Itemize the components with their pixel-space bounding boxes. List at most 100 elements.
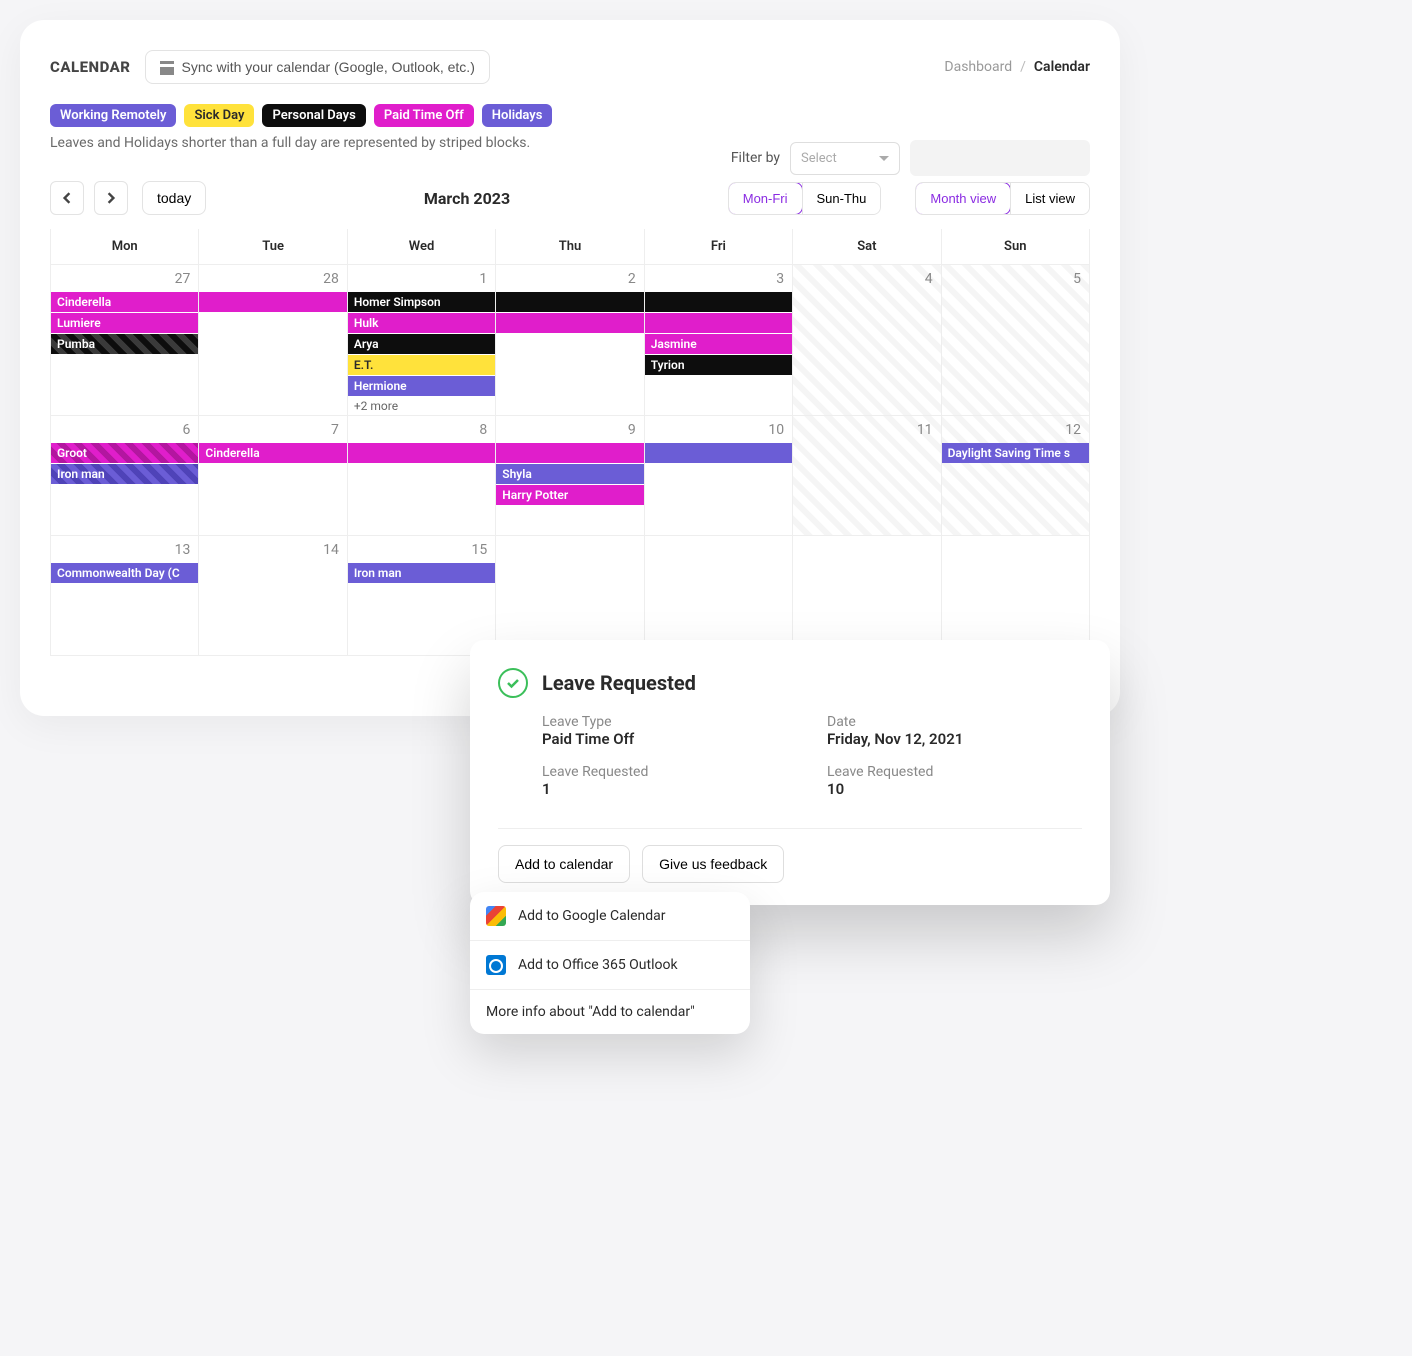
date-value: Friday, Nov 12, 2021 [827,730,1082,748]
calendar-event[interactable]: Lumiere [51,313,198,333]
next-button[interactable] [94,181,128,215]
calendar-cell[interactable] [645,536,793,656]
day-number: 27 [51,269,198,291]
day-number: 9 [496,420,643,442]
calendar-cell[interactable]: 1Homer SimpsonHulkAryaE.T.Hermione+2 mor… [348,265,496,416]
give-feedback-button[interactable]: Give us feedback [642,845,784,883]
today-button[interactable]: today [142,181,206,215]
calendar-cell[interactable]: 5 [942,265,1090,416]
date-label: Date [827,714,1082,730]
day-number: 15 [348,540,495,562]
calendar-event[interactable] [348,443,495,463]
tab-mon-fri[interactable]: Mon-Fri [728,182,803,215]
day-number: 8 [348,420,495,442]
calendar-event[interactable]: Iron man [51,464,198,484]
calendar-grid: MonTueWedThuFriSatSun27CinderellaLumiere… [50,229,1090,656]
calendar-event[interactable]: Pumba [51,334,198,354]
day-number: 28 [199,269,346,291]
calendar-event[interactable]: Homer Simpson [348,292,495,312]
sync-calendar-button[interactable]: Sync with your calendar (Google, Outlook… [145,50,490,84]
month-title: March 2023 [216,189,717,208]
calendar-cell[interactable]: 10 [645,416,793,536]
calendar-event[interactable]: E.T. [348,355,495,375]
calendar-cell[interactable]: 8 [348,416,496,536]
leave-type-label: Leave Type [542,714,797,730]
calendar-event[interactable]: Jasmine [645,334,792,354]
more-events-link[interactable]: +2 more [348,397,495,415]
dropdown-more-info[interactable]: More info about "Add to calendar" [470,990,750,1034]
filter-select[interactable]: Select [790,142,900,175]
nav-row: today March 2023 Mon-Fri Sun-Thu Month v… [50,181,1090,215]
filter-input[interactable] [910,140,1090,176]
calendar-event[interactable] [199,292,346,312]
calendar-event[interactable] [496,313,643,333]
leave-requested-1-label: Leave Requested [542,764,797,780]
calendar-cell[interactable] [942,536,1090,656]
day-header: Sun [942,229,1090,265]
leave-requested-2-value: 10 [827,780,1082,798]
calendar-cell[interactable]: 6GrootIron man [51,416,199,536]
breadcrumb-dashboard[interactable]: Dashboard [944,59,1012,75]
day-number: 12 [942,420,1089,442]
dropdown-google-calendar[interactable]: Add to Google Calendar [470,892,750,941]
calendar-event[interactable] [645,443,792,463]
calendar-cell[interactable]: 9 ShylaHarry Potter [496,416,644,536]
day-header: Sat [793,229,941,265]
topbar: CALENDAR Sync with your calendar (Google… [50,50,1090,84]
calendar-cell[interactable] [793,536,941,656]
calendar-cell[interactable]: 2 [496,265,644,416]
calendar-event[interactable]: Tyrion [645,355,792,375]
success-check-icon [498,668,528,698]
calendar-event[interactable]: Commonwealth Day (C [51,563,198,583]
calendar-event[interactable] [645,292,792,312]
day-number: 4 [793,269,940,291]
legend-sick-day[interactable]: Sick Day [184,104,254,127]
calendar-event[interactable] [496,443,643,463]
calendar-event[interactable]: Hermione [348,376,495,396]
tab-list-view[interactable]: List view [1010,183,1089,214]
legend-holidays[interactable]: Holidays [482,104,553,127]
calendar-event[interactable] [496,292,643,312]
calendar-event[interactable]: Cinderella [199,443,346,463]
google-calendar-icon [486,906,506,926]
calendar-cell[interactable]: 14 [199,536,347,656]
calendar-cell[interactable]: 27CinderellaLumierePumba [51,265,199,416]
calendar-event[interactable]: Iron man [348,563,495,583]
day-number [942,540,1089,546]
add-to-calendar-button[interactable]: Add to calendar [498,845,630,883]
breadcrumb-separator: / [1020,59,1026,75]
calendar-cell[interactable]: 15Iron man [348,536,496,656]
tab-sun-thu[interactable]: Sun-Thu [802,183,881,214]
calendar-cell[interactable]: 3 JasmineTyrion [645,265,793,416]
breadcrumb: Dashboard / Calendar [944,59,1090,75]
view-toggle: Month view List view [915,182,1090,215]
dropdown-outlook[interactable]: Add to Office 365 Outlook [470,941,750,990]
legend-working-remotely[interactable]: Working Remotely [50,104,176,127]
day-number: 7 [199,420,346,442]
outlook-icon [486,955,506,975]
day-header: Thu [496,229,644,265]
legend-personal-days[interactable]: Personal Days [262,104,365,127]
calendar-cell[interactable] [496,536,644,656]
day-header: Wed [348,229,496,265]
calendar-event[interactable]: Harry Potter [496,485,643,505]
calendar-event[interactable]: Hulk [348,313,495,333]
tab-month-view[interactable]: Month view [915,182,1011,215]
calendar-cell[interactable]: 12Daylight Saving Time s [942,416,1090,536]
legend: Working Remotely Sick Day Personal Days … [50,104,1090,127]
calendar-cell[interactable]: 4 [793,265,941,416]
calendar-cell[interactable]: 13Commonwealth Day (C [51,536,199,656]
prev-button[interactable] [50,181,84,215]
calendar-event[interactable]: Groot [51,443,198,463]
add-to-calendar-dropdown: Add to Google Calendar Add to Office 365… [470,892,750,1034]
calendar-cell[interactable]: 28 [199,265,347,416]
day-number [645,540,792,546]
calendar-event[interactable]: Shyla [496,464,643,484]
calendar-event[interactable]: Arya [348,334,495,354]
legend-pto[interactable]: Paid Time Off [374,104,474,127]
calendar-event[interactable]: Cinderella [51,292,198,312]
calendar-cell[interactable]: 7Cinderella [199,416,347,536]
calendar-cell[interactable]: 11 [793,416,941,536]
calendar-event[interactable] [645,313,792,333]
calendar-event[interactable]: Daylight Saving Time s [942,443,1089,463]
